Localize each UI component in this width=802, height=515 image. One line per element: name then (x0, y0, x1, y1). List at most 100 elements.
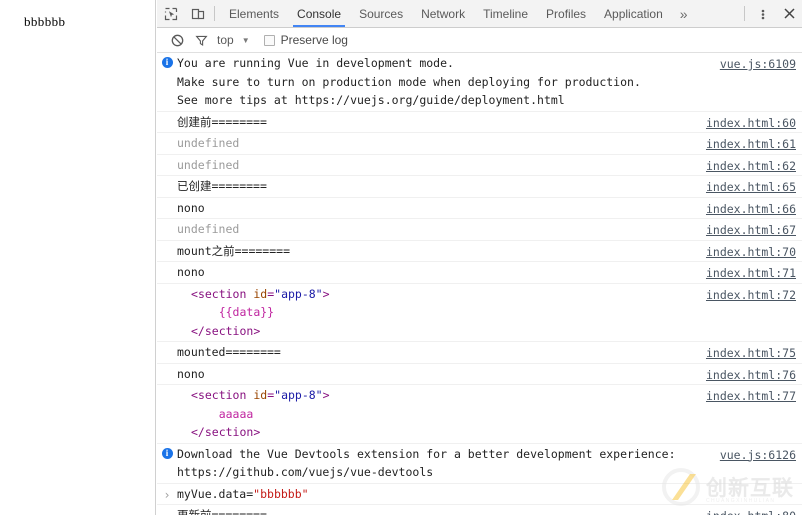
preserve-log-checkbox[interactable] (263, 34, 275, 46)
node-attr-value: "app-8" (274, 388, 323, 402)
source-link[interactable]: index.html:67 (706, 221, 796, 240)
tab-timeline[interactable]: Timeline (474, 0, 537, 27)
node-close-tag: </section> (191, 425, 261, 439)
message-line: See more tips at https://vuejs.org/guide… (177, 93, 565, 107)
filter-icon[interactable] (189, 34, 213, 47)
input-arrow-icon: › (163, 487, 171, 502)
message-gutter: › (157, 485, 177, 504)
node-attr-name: id (253, 286, 268, 301)
message-gutter (157, 113, 177, 132)
source-link[interactable]: index.html:75 (706, 344, 796, 363)
tab-profiles[interactable]: Profiles (537, 0, 595, 27)
tab-sources[interactable]: Sources (350, 0, 412, 27)
devtools-tab-list: Elements Console Sources Network Timelin… (220, 0, 696, 27)
message-gutter: i (157, 54, 177, 110)
expression-string: "bbbbbb" (253, 486, 309, 501)
node-open-tag: <section (191, 286, 247, 301)
message-gutter (157, 156, 177, 175)
console-message[interactable]: nono index.html:66 (157, 198, 802, 219)
source-link[interactable]: index.html:77 (706, 387, 796, 406)
source-link[interactable]: vue.js:6126 (720, 446, 796, 465)
console-message[interactable]: undefined index.html:67 (157, 219, 802, 241)
console-message[interactable]: i You are running Vue in development mod… (157, 53, 802, 112)
message-gutter (157, 220, 177, 239)
message-text: You are running Vue in development mode.… (177, 54, 802, 110)
devtools-tabstrip: Elements Console Sources Network Timelin… (157, 0, 802, 28)
execution-context-value: top (217, 33, 234, 47)
page-body-text: bbbbbb (24, 14, 66, 29)
message-gutter (157, 386, 177, 442)
console-message[interactable]: mounted======== index.html:75 (157, 342, 802, 364)
devtools-menu-icon[interactable] (750, 0, 776, 27)
message-gutter (157, 506, 177, 515)
tab-application[interactable]: Application (595, 0, 672, 27)
preserve-log-toggle[interactable]: Preserve log (263, 33, 348, 47)
inspect-element-icon[interactable] (157, 0, 184, 27)
device-toolbar-icon[interactable] (184, 0, 211, 27)
console-message[interactable]: 已创建======== index.html:65 (157, 176, 802, 198)
node-open-tag: <section (191, 388, 247, 402)
message-text: Download the Vue Devtools extension for … (177, 445, 802, 482)
tabstrip-right-divider (744, 6, 745, 21)
chevron-down-icon: ▼ (241, 35, 250, 45)
source-link[interactable]: index.html:65 (706, 178, 796, 197)
message-gutter (157, 263, 177, 282)
web-page-viewport: bbbbbb (0, 0, 156, 515)
message-line: Download the Vue Devtools extension for … (177, 446, 676, 461)
clear-console-icon[interactable] (165, 34, 189, 47)
tab-console[interactable]: Console (288, 0, 350, 27)
console-message[interactable]: mount之前======== index.html:70 (157, 241, 802, 262)
console-message-dom-node[interactable]: <section id="app-8"> aaaaa </section> in… (157, 385, 802, 444)
source-link[interactable]: index.html:66 (706, 200, 796, 219)
source-link[interactable]: index.html:62 (706, 157, 796, 176)
info-icon: i (161, 57, 173, 68)
console-message-list[interactable]: i You are running Vue in development mod… (157, 53, 802, 515)
message-line: Make sure to turn on production mode whe… (177, 74, 641, 89)
console-input-echo[interactable]: › myVue.data="bbbbbb" (157, 484, 802, 505)
source-link[interactable]: index.html:61 (706, 135, 796, 154)
message-gutter (157, 365, 177, 384)
tab-elements[interactable]: Elements (220, 0, 288, 27)
info-icon: i (161, 447, 173, 459)
message-gutter (157, 343, 177, 362)
console-message[interactable]: i Download the Vue Devtools extension fo… (157, 443, 802, 484)
message-gutter (157, 285, 177, 341)
screenshot-root: bbbbbb Elements Console Sources Network … (0, 0, 802, 515)
execution-context-select[interactable]: top ▼ (217, 33, 250, 47)
console-message-dom-node[interactable]: <section id="app-8"> {{data}} </section>… (157, 284, 802, 342)
input-expression: myVue.data="bbbbbb" (177, 485, 802, 504)
tab-network[interactable]: Network (412, 0, 474, 27)
node-inner-text: {{data}} (218, 305, 275, 319)
console-message[interactable]: nono index.html:76 (157, 364, 802, 385)
source-link[interactable]: index.html:70 (706, 243, 796, 262)
message-gutter (157, 177, 177, 196)
console-message[interactable]: undefined index.html:61 (157, 133, 802, 155)
node-inner-text: aaaaa (218, 406, 254, 421)
close-icon[interactable] (776, 0, 802, 27)
source-link[interactable]: index.html:76 (706, 366, 796, 385)
more-tabs-icon[interactable]: » (672, 0, 696, 27)
message-gutter: i (157, 445, 177, 482)
preserve-log-label: Preserve log (280, 33, 348, 47)
tabstrip-right-controls (741, 0, 802, 27)
node-close-tag: </section> (191, 323, 261, 338)
message-gutter (157, 242, 177, 261)
expression-prefix: myVue.data= (177, 486, 254, 501)
source-link[interactable]: index.html:72 (706, 286, 796, 305)
message-line: https://github.com/vuejs/vue-devtools (177, 465, 434, 479)
toolbar-divider (214, 6, 215, 21)
message-gutter (157, 134, 177, 153)
source-link[interactable]: vue.js:6109 (720, 55, 796, 74)
source-link[interactable]: index.html:60 (706, 114, 796, 133)
console-message[interactable]: 更新前======== index.html:80 (157, 505, 802, 515)
message-line: You are running Vue in development mode. (177, 56, 454, 70)
console-message[interactable]: 创建前======== index.html:60 (157, 112, 802, 133)
console-message[interactable]: undefined index.html:62 (157, 155, 802, 176)
console-message[interactable]: nono index.html:71 (157, 262, 802, 284)
source-link[interactable]: index.html:71 (706, 264, 796, 283)
node-attr-value: "app-8" (274, 286, 323, 301)
message-gutter (157, 199, 177, 218)
console-filter-bar: top ▼ Preserve log (157, 28, 802, 53)
source-link[interactable]: index.html:80 (706, 507, 796, 515)
devtools-panel: Elements Console Sources Network Timelin… (157, 0, 802, 515)
